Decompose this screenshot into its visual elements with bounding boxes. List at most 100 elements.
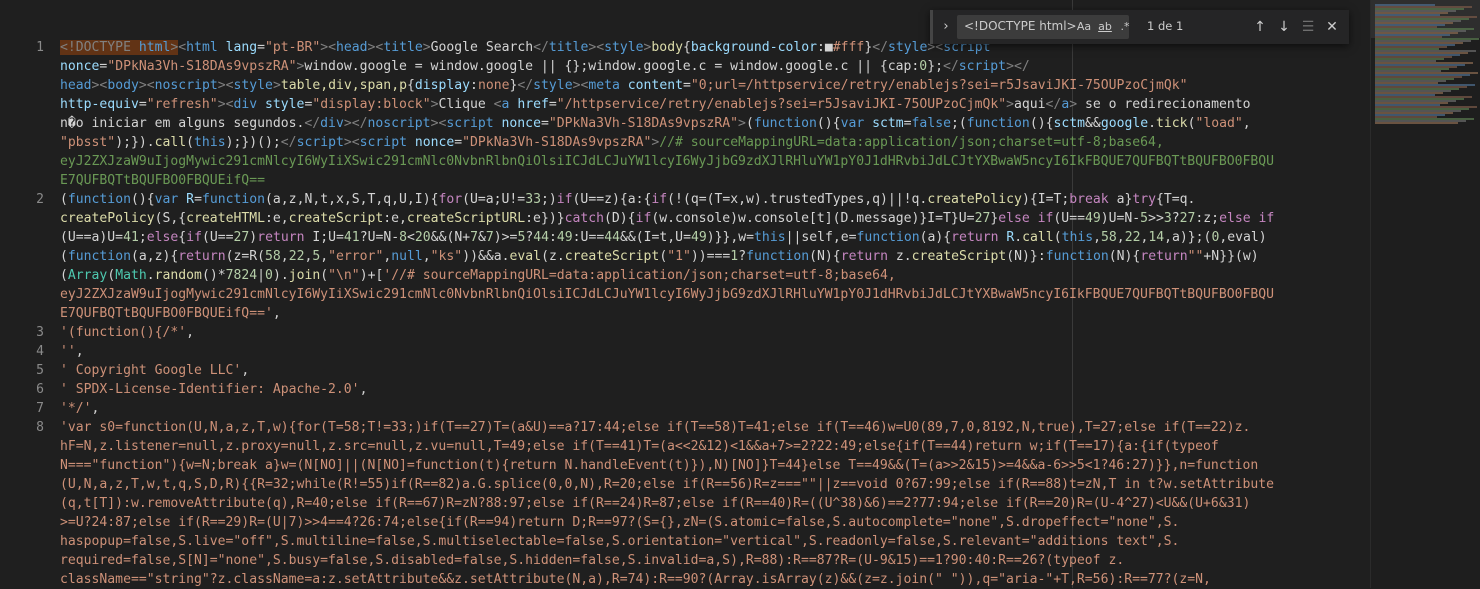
code-token: 22 [1124,230,1141,245]
code-line[interactable]: N==="function"){w=N;break a}w=(N[NO]||(N… [60,456,1360,475]
code-token: (z=R( [225,249,266,264]
code-token: "error" [328,249,384,264]
code-token: > [422,40,431,55]
code-token: >< [217,97,234,112]
chevron-right-icon[interactable]: › [939,19,953,35]
code-token: head [60,78,92,93]
line-number: 6 [36,382,44,397]
code-line[interactable]: '', [60,342,1360,361]
code-token: 44 [533,230,549,245]
code-line[interactable]: E7QUFBQTtBQUFBO0FBQUEifQ==', [60,304,1360,323]
code-token: >< [217,78,234,93]
code-token: );}). [115,135,155,150]
code-token: (a){ [919,230,952,245]
code-line[interactable]: (Array(Math.random()*7824|0).join("\n")+… [60,266,1360,285]
code-token: "" [1187,249,1204,264]
code-line[interactable]: head><body><noscript><style>table,div,sp… [60,76,1360,95]
code-text[interactable]: <!DOCTYPE html><html lang="pt-BR"><head>… [60,38,1360,589]
code-token: script [958,59,1007,74]
code-token: . [1148,116,1157,131]
code-editor[interactable]: 1 2 3 4 5 6 7 8 <!DOCTYPE html><html lan… [0,0,1370,588]
regex-button[interactable]: .* [1118,19,1132,35]
code-token: "DPkNa3Vh-S18DAs9vpszRA" [462,135,652,150]
code-token: N==="function"){w=N;break a}w=(N[NO]||(N… [60,458,1259,473]
find-input[interactable]: <!DOCTYPE html> Aa ab .* [957,15,1132,39]
code-line[interactable]: className=="string"?z.className=a:z.setA… [60,570,1360,589]
code-token: return [1140,249,1188,264]
code-token: = [138,97,147,112]
code-token: function [753,116,817,131]
code-line[interactable]: 'var s0=function(U,N,a,z,T,w){for(T=58;T… [60,418,1360,437]
code-line[interactable]: >=U?24:87;else if(R==29)R=(U|7)>>4==4?26… [60,513,1360,532]
code-token: '//# sourceMappingURL=data:application/j… [383,268,896,283]
line-number: 4 [36,344,44,359]
minimap[interactable] [1370,0,1480,588]
code-token: < [493,97,502,112]
code-line[interactable]: n�o iniciar em alguns segundos.</div></n… [60,114,1360,133]
code-line[interactable]: haspopup=false,S.live="off",S.multiline=… [60,532,1360,551]
code-token: (a,z,N,t,x,S,T,q,U,I){ [265,192,439,207]
code-line[interactable]: (q,t[T]):w.removeAttribute(q),R=40;else … [60,494,1360,513]
code-line[interactable]: E7QUFBQTtBQUFBO0FBQUEifQ== [60,171,1360,190]
code-token: ()* [201,268,226,283]
code-token: 41 [123,230,139,245]
code-line[interactable]: hF=N,z.listener=null,z.proxy=null,z.src=… [60,437,1360,456]
code-line[interactable]: required=false,S[N]="none",S.busy=false,… [60,551,1360,570]
arrow-down-icon[interactable]: ↓ [1275,18,1293,36]
code-token: title [383,40,423,55]
code-line[interactable]: nonce="DPkNa3Vh-S18DAs9vpszRA">window.go… [60,57,1360,76]
whole-word-button[interactable]: ab [1097,19,1113,35]
code-token: 7 [485,230,494,245]
code-token: , [91,401,100,416]
code-token: 41 [343,230,360,245]
code-token: ,eval) [1219,230,1267,245]
code-line[interactable]: ' Copyright Google LLC', [60,361,1360,380]
code-token: :z; [1195,211,1220,226]
code-token: </ [872,40,888,55]
code-token: se o redirecionamento [1077,97,1251,112]
code-token: 0 [919,59,928,74]
code-line[interactable]: ' SPDX-License-Identifier: Apache-2.0', [60,380,1360,399]
code-token: join [288,268,321,283]
code-token: (a,z){ [130,249,179,264]
code-token: , [320,249,329,264]
code-line[interactable]: (U,N,a,z,T,w,t,q,S,D,R){{R=32;while(R!=5… [60,475,1360,494]
code-token: '' [60,344,76,359]
code-token: sctm [872,116,904,131]
code-line[interactable]: (function(a,z){return(z=R(58,22,5,"error… [60,247,1360,266]
code-token: nonce [501,116,541,131]
code-token: function [746,249,810,264]
code-token: 7 [470,230,478,245]
code-line[interactable]: "pbsst");}).call(this);})();</script><sc… [60,133,1360,152]
code-token: tick [1156,116,1188,131]
match-case-button[interactable]: Aa [1076,19,1092,35]
arrow-up-icon[interactable]: ↑ [1251,18,1269,36]
code-token: )U=N- [1100,211,1141,226]
find-in-selection-icon[interactable]: ☰ [1299,18,1317,36]
code-line[interactable]: eyJ2ZXJzaW9uIjogMywic291cmNlcyI6WyIiXSwi… [60,152,1360,171]
close-icon[interactable]: ✕ [1323,18,1341,36]
code-token: catch [564,211,605,226]
code-token: >=U?24:87;else if(R==29)R=(U|7)>>4==4?26… [60,515,1180,530]
code-token: return [178,249,226,264]
code-token: 27 [1179,211,1196,226]
code-token: </ [533,40,549,55]
code-token: 49 [1084,211,1101,226]
code-token: createScriptURL [406,211,526,226]
code-token: (N){ [1108,249,1141,264]
code-token: (N)}: [1006,249,1046,264]
code-token: < [178,40,187,55]
code-line[interactable]: (U==a)U=41;else{if(U==27)return I;U=41?U… [60,228,1360,247]
code-token: style [233,78,273,93]
code-line[interactable]: createPolicy(S,{createHTML:e,createScrip… [60,209,1360,228]
code-token: z. [895,249,912,264]
code-line[interactable]: http-equiv="refresh"><div style="display… [60,95,1360,114]
code-line[interactable]: (function(){var R=function(a,z,N,t,x,S,T… [60,190,1360,209]
code-token: "ks" [430,249,463,264]
code-line[interactable]: '*/', [60,399,1360,418]
code-token: , [272,306,281,321]
code-line[interactable]: '(function(){/*', [60,323,1360,342]
code-token: (U,N,a,z,T,w,t,q,S,D,R){{R=32;while(R!=5… [60,477,1274,492]
code-token: E7QUFBQTtBQUFBO0FBQUEifQ==' [60,306,273,321]
code-line[interactable]: eyJ2ZXJzaW9uIjogMywic291cmNlcyI6WyIiXSwi… [60,285,1360,304]
